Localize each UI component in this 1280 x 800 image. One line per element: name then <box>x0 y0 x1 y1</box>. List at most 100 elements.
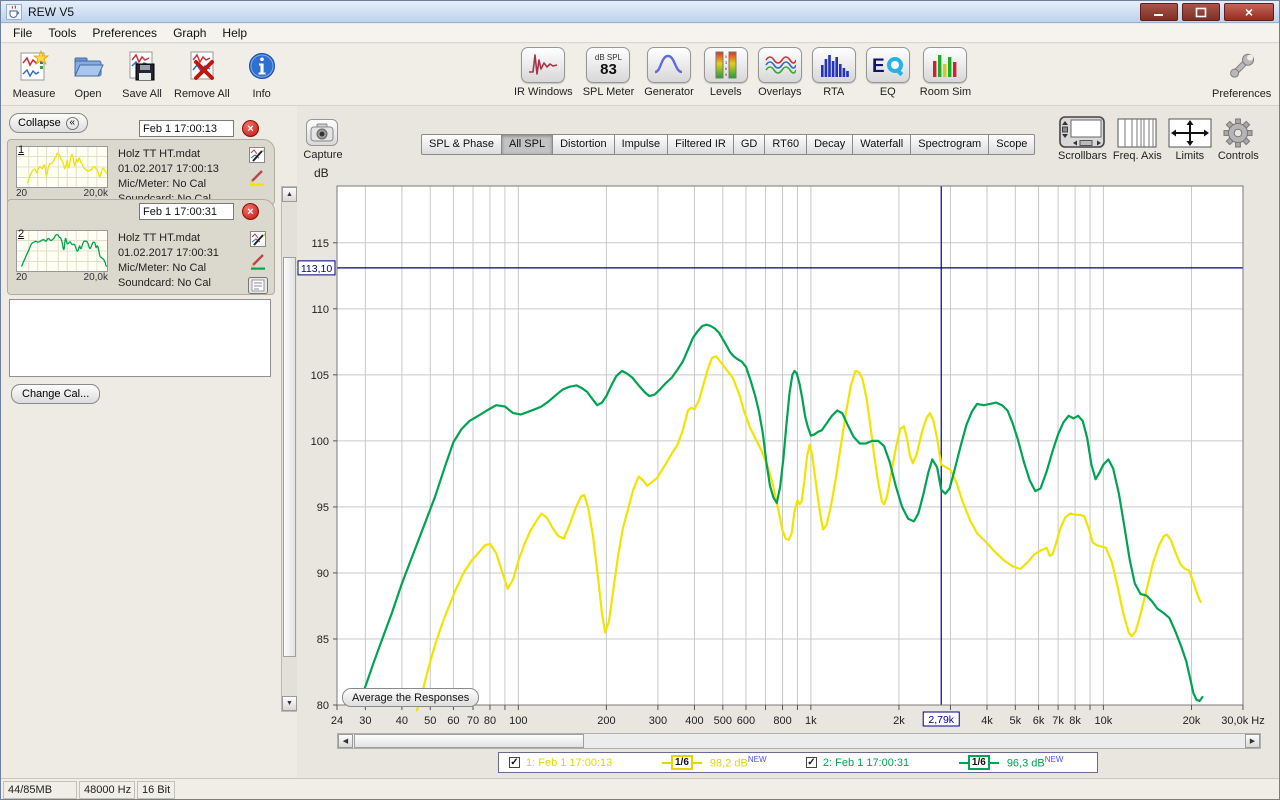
status-bit-depth: 16 Bit <box>137 781 175 799</box>
thumbnail-axis: 2020,0k <box>16 272 108 283</box>
rta-button[interactable]: RTA <box>812 47 856 98</box>
scrollbar-thumb[interactable] <box>283 257 296 657</box>
info-icon <box>248 47 276 85</box>
capture-button[interactable] <box>306 119 338 146</box>
measurement-actions <box>248 231 268 294</box>
svg-text:300: 300 <box>649 715 667 727</box>
ir-windows-button[interactable]: IR Windows <box>514 47 573 98</box>
smoothing-value: 1/6 <box>671 755 693 770</box>
scrollbars-button[interactable]: Scrollbars <box>1058 116 1107 162</box>
tab-scope[interactable]: Scope <box>989 134 1035 155</box>
new-flag: NEW <box>1045 755 1064 764</box>
tab-all-spl[interactable]: All SPL <box>502 134 553 155</box>
svg-text:40: 40 <box>396 715 408 727</box>
edit-chart-icon[interactable] <box>250 231 266 247</box>
open-button[interactable]: Open <box>66 47 110 100</box>
eq-icon: E <box>866 47 910 83</box>
minimize-button[interactable] <box>1140 3 1178 21</box>
toolbar-label: Generator <box>644 86 694 98</box>
measurement-name-input[interactable] <box>139 120 234 137</box>
smoothing-line <box>693 762 702 764</box>
graph-button-label: Limits <box>1175 150 1204 162</box>
generator-button[interactable]: Generator <box>644 47 694 98</box>
overlays-button[interactable]: Overlays <box>758 47 802 98</box>
measure-button[interactable]: Measure <box>12 47 56 100</box>
capture-label: Capture <box>297 149 349 161</box>
svg-text:1k: 1k <box>805 715 817 727</box>
measurement-number: 1 <box>18 144 24 156</box>
toolbar-label: RTA <box>823 86 844 98</box>
notes-icon[interactable] <box>248 277 268 294</box>
menu-file[interactable]: File <box>5 24 40 42</box>
average-responses-button[interactable]: Average the Responses <box>342 688 479 707</box>
edit-chart-icon[interactable] <box>249 147 265 163</box>
legend-checkbox-1[interactable]: ✓ <box>509 757 520 768</box>
svg-text:3: 3 <box>725 60 728 65</box>
tab-distortion[interactable]: Distortion <box>553 134 614 155</box>
trace-color-pencil-icon[interactable] <box>248 170 266 186</box>
splmeter-icon: dB SPL83 <box>586 47 630 83</box>
measurement-file: Holz TT HT.mdat <box>118 147 219 162</box>
limits-button[interactable]: Limits <box>1168 118 1212 162</box>
measurement-card-1[interactable]: 12020,0kHolz TT HT.mdat01.02.2017 17:00:… <box>7 139 275 205</box>
remove-all-button[interactable]: Remove All <box>174 47 230 100</box>
smoothing-badge-2[interactable]: 1/6 <box>959 755 999 770</box>
tab-impulse[interactable]: Impulse <box>615 134 669 155</box>
collapse-button[interactable]: Collapse « <box>9 113 88 133</box>
legend-value-2: 96,3 dBNEW <box>1007 755 1093 770</box>
remove-measurement-icon[interactable]: × <box>242 120 259 137</box>
camera-icon <box>310 123 334 143</box>
tab-spl-phase[interactable]: SPL & Phase <box>421 134 502 155</box>
eq-button[interactable]: EEQ <box>866 47 910 98</box>
measurement-name-input[interactable] <box>139 203 234 220</box>
status-memory: 44/85MB <box>3 781 77 799</box>
spl-meter-icon: dB SPL83 <box>595 54 622 77</box>
info-button[interactable]: Info <box>240 47 284 100</box>
smoothing-badge-1[interactable]: 1/6 <box>662 755 702 770</box>
tab-waterfall[interactable]: Waterfall <box>853 134 911 155</box>
scroll-right-icon[interactable]: ▶ <box>1245 734 1260 748</box>
scroll-down-icon[interactable]: ▼ <box>282 696 297 711</box>
toolbar-label: Levels <box>710 86 742 98</box>
tab-decay[interactable]: Decay <box>807 134 853 155</box>
remove-measurement-icon[interactable]: × <box>242 203 259 220</box>
legend-label-2[interactable]: 2: Feb 1 17:00:31 <box>823 757 951 769</box>
change-cal-button[interactable]: Change Cal... <box>11 384 100 404</box>
tab-rt60[interactable]: RT60 <box>765 134 807 155</box>
room-sim-button[interactable]: Room Sim <box>920 47 971 98</box>
tab-filtered-ir[interactable]: Filtered IR <box>668 134 734 155</box>
svg-text:500: 500 <box>714 715 732 727</box>
graph-panel: Capture dB SPL & PhaseAll SPLDistortionI… <box>297 106 1280 778</box>
scroll-left-icon[interactable]: ◀ <box>338 734 353 748</box>
hscrollbar-thumb[interactable] <box>354 734 584 748</box>
svg-text:70: 70 <box>467 715 479 727</box>
smoothing-line <box>990 762 999 764</box>
close-button[interactable]: × <box>1224 3 1274 21</box>
legend-label-1[interactable]: 1: Feb 1 17:00:13 <box>526 757 654 769</box>
scroll-up-icon[interactable]: ▲ <box>282 187 297 202</box>
freqaxis-icon <box>1117 118 1157 148</box>
menu-help[interactable]: Help <box>214 24 255 42</box>
open-icon <box>72 47 104 85</box>
legend-checkbox-2[interactable]: ✓ <box>806 757 817 768</box>
tab-spectrogram[interactable]: Spectrogram <box>911 134 989 155</box>
notes-box[interactable] <box>9 299 271 377</box>
roomsim-icon <box>923 47 967 83</box>
maximize-button[interactable] <box>1182 3 1220 21</box>
freq-axis-button[interactable]: Freq. Axis <box>1113 118 1162 162</box>
menu-tools[interactable]: Tools <box>40 24 84 42</box>
save-all-button[interactable]: Save All <box>120 47 164 100</box>
sidebar-scrollbar[interactable]: ▲ ▼ <box>281 186 298 712</box>
spl-meter-button[interactable]: dB SPL83SPL Meter <box>583 47 635 98</box>
controls-button[interactable]: Controls <box>1218 118 1259 162</box>
menu-preferences[interactable]: Preferences <box>84 24 165 42</box>
levels-button[interactable]: 0369Levels <box>704 47 748 98</box>
spl-chart[interactable]: 8085909510010511011524304050607080100200… <box>297 176 1280 733</box>
svg-text:400: 400 <box>685 715 703 727</box>
preferences-button[interactable]: Preferences <box>1212 47 1271 100</box>
menu-graph[interactable]: Graph <box>165 24 214 42</box>
chart-horizontal-scrollbar[interactable]: ◀ ▶ <box>337 733 1261 749</box>
trace-color-pencil-icon[interactable] <box>249 254 267 270</box>
graph-button-label: Scrollbars <box>1058 150 1107 162</box>
tab-gd[interactable]: GD <box>734 134 766 155</box>
